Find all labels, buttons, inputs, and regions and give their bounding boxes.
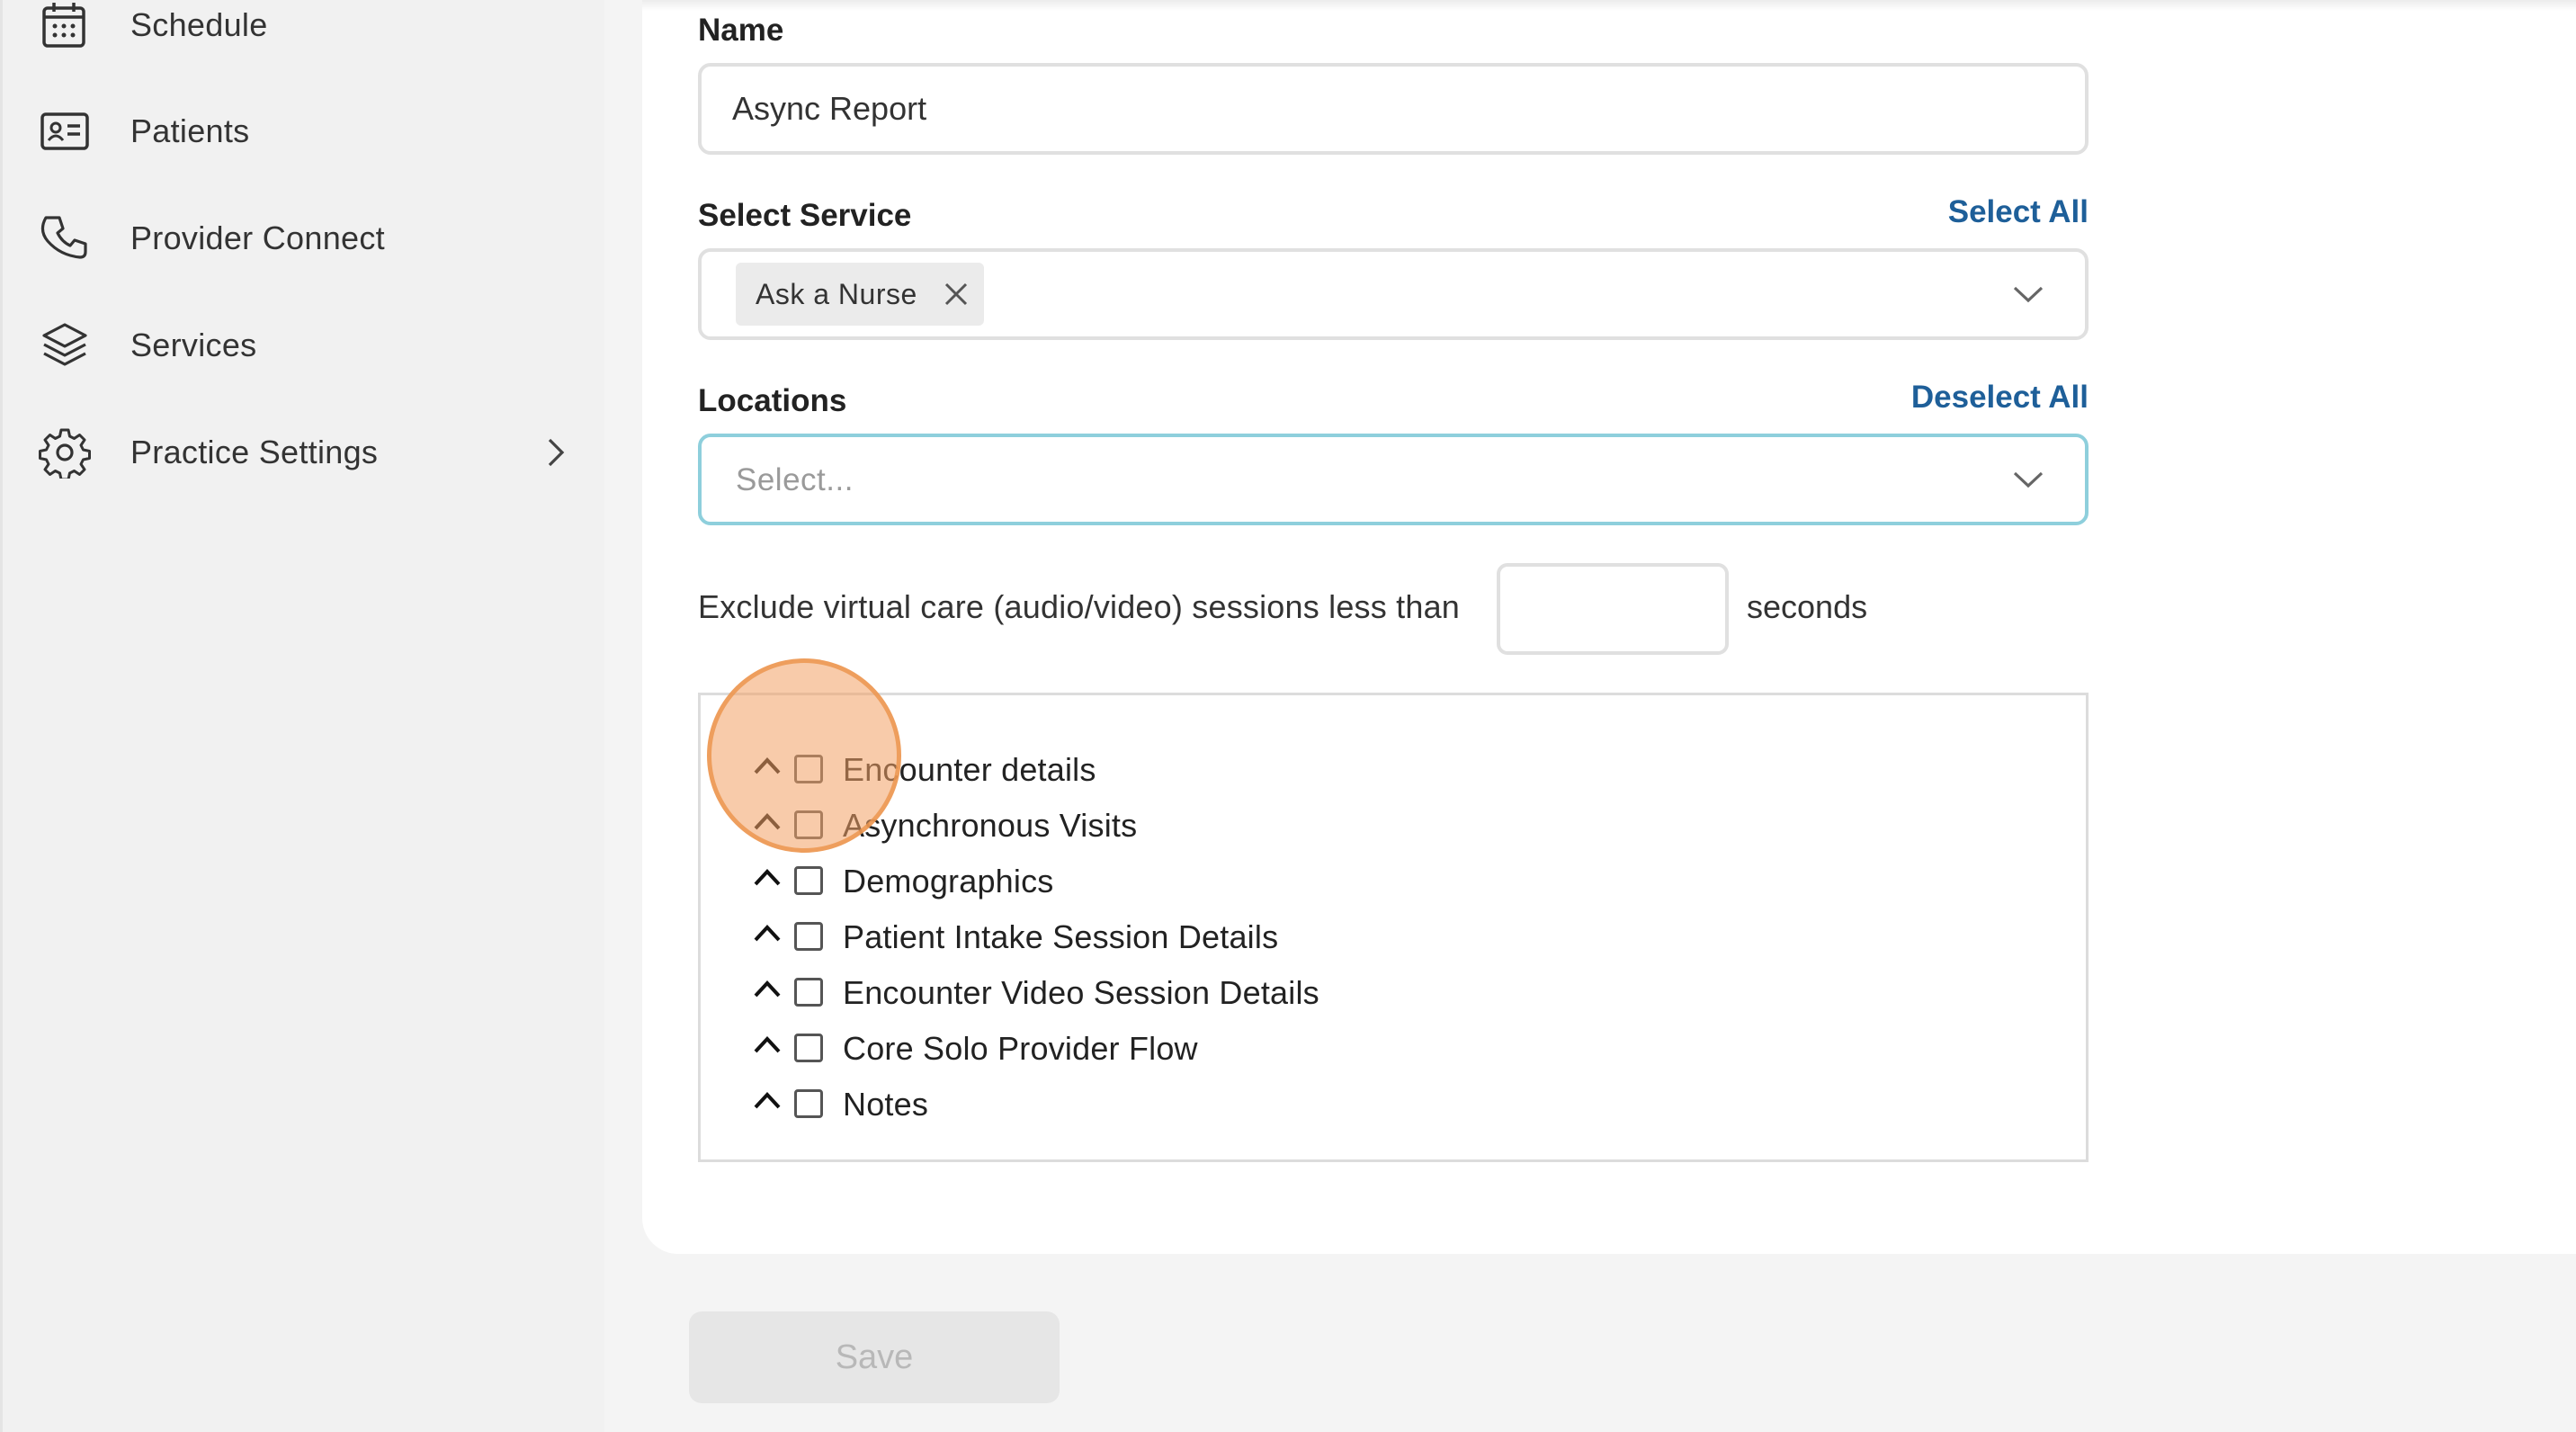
locations-placeholder: Select... — [736, 462, 854, 497]
sidebar-item-patients[interactable]: Patients — [3, 86, 607, 176]
tree-item-label: Asynchronous Visits — [843, 807, 1138, 844]
tree-checkbox[interactable] — [794, 978, 823, 1007]
caret-up-icon[interactable] — [752, 922, 783, 945]
tree-checkbox[interactable] — [794, 810, 823, 839]
sidebar: Schedule Patients Provider Connect Servi… — [0, 0, 604, 1432]
card-top-shadow — [642, 0, 2576, 11]
tree-checkbox[interactable] — [794, 755, 823, 783]
name-input[interactable]: Async Report — [698, 63, 2089, 155]
sidebar-item-label: Practice Settings — [130, 434, 379, 470]
calendar-icon — [39, 0, 91, 51]
tree-checkbox[interactable] — [794, 1034, 823, 1062]
sidebar-item-label: Services — [130, 327, 257, 363]
service-tag-label: Ask a Nurse — [756, 277, 917, 310]
tree-checkbox[interactable] — [794, 866, 823, 895]
sidebar-item-label: Schedule — [130, 6, 268, 43]
tree-item-notes: Notes — [701, 1077, 2086, 1132]
tree-item-encounter-details: Encounter details — [701, 742, 2086, 798]
service-select[interactable]: Ask a Nurse — [698, 248, 2089, 340]
gear-icon — [39, 426, 91, 481]
sidebar-item-label: Patients — [130, 112, 250, 149]
save-button[interactable]: Save — [689, 1311, 1060, 1403]
locations-select[interactable]: Select... — [698, 434, 2089, 525]
chevron-right-icon — [542, 434, 569, 470]
name-label: Name — [698, 13, 784, 48]
sidebar-item-practice-settings[interactable]: Practice Settings — [3, 407, 607, 497]
tree-item-label: Patient Intake Session Details — [843, 918, 1279, 955]
caret-up-icon[interactable] — [752, 755, 783, 778]
deselect-all-link[interactable]: Deselect All — [1853, 380, 2089, 416]
seconds-unit-label: seconds — [1747, 588, 1868, 625]
tree-checkbox[interactable] — [794, 1089, 823, 1118]
caret-up-icon[interactable] — [752, 978, 783, 1001]
sidebar-item-services[interactable]: Services — [3, 300, 607, 390]
tree-item-core-solo-provider-flow: Core Solo Provider Flow — [701, 1021, 2086, 1077]
tree-item-label: Encounter Video Session Details — [843, 974, 1319, 1011]
caret-up-icon[interactable] — [752, 1089, 783, 1113]
name-input-value: Async Report — [732, 90, 927, 127]
tree-item-label: Notes — [843, 1086, 929, 1123]
seconds-input[interactable] — [1497, 563, 1729, 655]
phone-icon — [39, 212, 91, 264]
select-all-link[interactable]: Select All — [1889, 194, 2089, 230]
tree-item-patient-intake-session-details: Patient Intake Session Details — [701, 909, 2086, 965]
caret-up-icon[interactable] — [752, 866, 783, 890]
chevron-down-icon[interactable] — [2011, 282, 2045, 308]
report-fields-tree: Encounter details Asynchronous Visits De… — [698, 693, 2089, 1162]
select-service-label: Select Service — [698, 198, 912, 233]
exclude-sessions-label: Exclude virtual care (audio/video) sessi… — [698, 588, 1461, 625]
id-card-icon — [39, 105, 91, 157]
tree-item-label: Demographics — [843, 863, 1054, 899]
locations-label: Locations — [698, 383, 847, 418]
service-tag: Ask a Nurse — [736, 263, 984, 326]
tree-item-encounter-video-session-details: Encounter Video Session Details — [701, 965, 2086, 1021]
tree-item-demographics: Demographics — [701, 854, 2086, 909]
sidebar-item-label: Provider Connect — [130, 219, 385, 256]
tree-item-label: Core Solo Provider Flow — [843, 1030, 1198, 1067]
caret-up-icon[interactable] — [752, 1034, 783, 1057]
tree-item-asynchronous-visits: Asynchronous Visits — [701, 798, 2086, 854]
chevron-down-icon[interactable] — [2011, 468, 2045, 493]
tree-checkbox[interactable] — [794, 922, 823, 951]
sidebar-item-schedule[interactable]: Schedule — [3, 0, 607, 70]
caret-up-icon[interactable] — [752, 810, 783, 834]
tree-item-label: Encounter details — [843, 751, 1096, 788]
remove-tag-icon[interactable] — [943, 281, 970, 308]
sidebar-item-provider-connect[interactable]: Provider Connect — [3, 193, 607, 283]
layers-icon — [39, 319, 91, 371]
